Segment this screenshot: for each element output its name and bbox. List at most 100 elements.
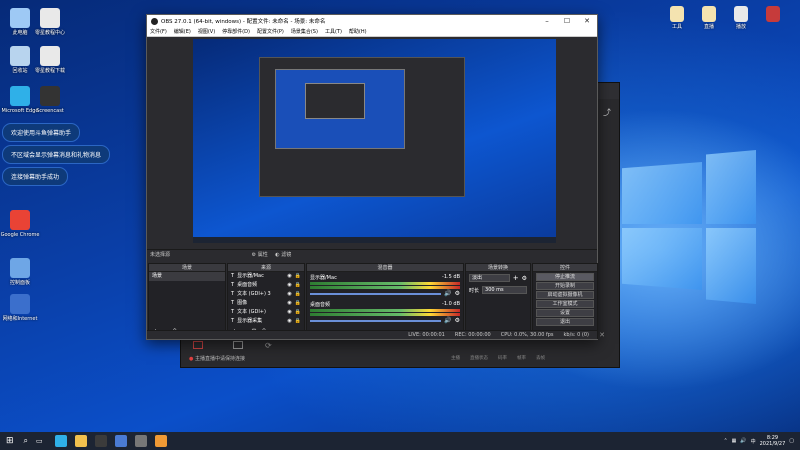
desktop-app-icon	[40, 46, 60, 66]
desktop-app-icon	[766, 6, 780, 22]
refresh-icon[interactable]: ⟳	[265, 341, 272, 350]
desktop-app-icon	[10, 8, 30, 28]
scene-item[interactable]: 场景	[149, 272, 225, 281]
source-item[interactable]: T 显示器/Mac ◉ 🔒	[228, 272, 304, 281]
taskbar-app-icon[interactable]	[54, 435, 67, 447]
desktop-icon[interactable]: 网络和Internet	[0, 294, 40, 322]
obs-preview-canvas[interactable]	[193, 39, 556, 243]
source-item-label: 显示器采集	[237, 318, 263, 324]
danmu-toast-1[interactable]: 欢迎使用斗鱼弹幕助手	[2, 123, 81, 142]
menu-item[interactable]: 停靠部件(D)	[222, 28, 250, 35]
source-item[interactable]: T 图像 ◉ 🔒	[228, 299, 304, 308]
danmu-toast-3[interactable]: 连接弹幕助手成功	[2, 167, 69, 186]
desktop-icon[interactable]: 播放	[726, 6, 756, 30]
taskbar-app-icon[interactable]	[154, 435, 167, 447]
menu-item[interactable]: 场景集合(S)	[291, 28, 318, 35]
search-icon[interactable]: ⌕	[24, 436, 28, 446]
minimize-button[interactable]: –	[537, 17, 557, 25]
taskbar-app-icon[interactable]	[134, 435, 147, 447]
tray-chevron-icon[interactable]: ⌃	[723, 438, 727, 444]
ime-icon[interactable]: 中	[751, 438, 756, 445]
control-button[interactable]: 设置	[536, 309, 594, 317]
control-button[interactable]: 开始录制	[536, 282, 594, 290]
eye-icon[interactable]: ◉	[287, 317, 291, 326]
preview-nested-window-3	[305, 83, 365, 119]
menu-item[interactable]: 文件(F)	[150, 28, 167, 35]
control-button[interactable]: 启动虚拟摄像机	[536, 291, 594, 299]
taskbar-app-icon[interactable]	[74, 435, 87, 447]
add-transition-button[interactable]: +	[513, 274, 519, 282]
sources-title: 来源	[260, 265, 271, 271]
menu-item[interactable]: 视图(V)	[198, 28, 215, 35]
volume-meter	[310, 313, 460, 316]
lock-icon[interactable]: 🔒	[295, 281, 301, 290]
share-icon[interactable]: ⤴	[603, 107, 611, 118]
mixer-dock: 混音器 显示器/Mac -1.5 dB 🔊 ⚙ 桌面音频 -1.0 dB 🔊 ⚙	[306, 263, 464, 339]
desktop-icon[interactable]: 控制面板	[0, 258, 40, 286]
eye-icon[interactable]: ◉	[287, 308, 291, 317]
red-dot-icon: ●	[189, 356, 194, 362]
scenes-dock: 场景 场景 +−⌃⌄	[148, 263, 226, 339]
obs-statusbar: LIVE: 00:00:01 REC: 00:00:00 CPU: 0.0%, …	[147, 330, 597, 339]
close-button[interactable]: ✕	[577, 17, 597, 25]
eye-icon[interactable]: ◉	[287, 299, 291, 308]
desktop-icon[interactable]: Screencast	[30, 86, 70, 114]
desktop-icon[interactable]: 工具	[662, 6, 692, 30]
transition-select[interactable]: 淡出	[469, 274, 510, 282]
obs-main-window[interactable]: OBS 27.0.1 (64-bit, windows) - 配置文件: 未命名…	[146, 14, 598, 340]
source-item[interactable]: T 桌面音频 ◉ 🔒	[228, 281, 304, 290]
close-panel-icon[interactable]: ✕	[599, 331, 605, 339]
menu-item[interactable]: 工具(T)	[325, 28, 342, 35]
desktop-icon[interactable]: 零星教程中心	[30, 8, 70, 36]
eye-icon[interactable]: ◉	[287, 281, 291, 290]
lock-icon[interactable]: 🔒	[295, 317, 301, 326]
eye-icon[interactable]: ◉	[287, 290, 291, 299]
lock-icon[interactable]: 🔒	[295, 299, 301, 308]
eye-icon[interactable]: ◉	[287, 272, 291, 281]
source-item-label: 文本 (GDI+) 3	[237, 291, 271, 297]
lock-icon[interactable]: 🔒	[295, 290, 301, 299]
filters-button[interactable]: ◐ 滤镜	[275, 252, 291, 258]
source-item-label: 文本 (GDI+)	[237, 309, 266, 315]
desktop-icon[interactable]: 直播	[694, 6, 724, 30]
control-button[interactable]: 停止推流	[536, 273, 594, 281]
duration-input[interactable]: 300 ms	[482, 286, 527, 294]
source-item[interactable]: T 文本 (GDI+) 3 ◉ 🔒	[228, 290, 304, 299]
gear-icon[interactable]: ⚙	[455, 290, 460, 297]
menu-item[interactable]: 编辑(E)	[174, 28, 191, 35]
volume-slider[interactable]	[310, 319, 442, 322]
task-view-icon[interactable]: ▭	[36, 437, 43, 445]
start-button[interactable]: ⊞	[6, 436, 14, 446]
volume-slider[interactable]	[310, 292, 442, 295]
transition-settings-button[interactable]: ⚙	[522, 275, 527, 282]
desktop-icon[interactable]: 零星教程下载	[30, 46, 70, 74]
back-status-item: 主播	[451, 356, 460, 361]
network-icon[interactable]: ▦	[732, 438, 737, 444]
control-button[interactable]: 工作室模式	[536, 300, 594, 308]
menu-item[interactable]: 配置文件(P)	[257, 28, 284, 35]
desktop-icon-label: 播放	[735, 24, 746, 30]
speaker-icon[interactable]: 🔊	[444, 290, 451, 297]
desktop-icon[interactable]: Google Chrome	[0, 210, 40, 238]
taskbar-app-icon[interactable]	[94, 435, 107, 447]
desktop-icon[interactable]	[758, 6, 788, 24]
taskbar-app-icon[interactable]	[114, 435, 127, 447]
desktop-icon-label: Google Chrome	[0, 232, 40, 238]
back-window-status: 主播 直播状态 码率 帧率 丢帧	[451, 355, 545, 361]
properties-button[interactable]: ⚙ 属性	[252, 252, 268, 258]
control-button[interactable]: 退出	[536, 318, 594, 326]
gear-icon[interactable]: ⚙	[455, 317, 460, 324]
lock-icon[interactable]: 🔒	[295, 272, 301, 281]
lock-icon[interactable]: 🔒	[295, 308, 301, 317]
maximize-button[interactable]: ☐	[557, 17, 577, 25]
source-item[interactable]: T 显示器采集 ◉ 🔒	[228, 317, 304, 326]
clip-icon[interactable]	[193, 341, 203, 349]
volume-icon[interactable]: 🔊	[740, 438, 746, 444]
source-item[interactable]: T 文本 (GDI+) ◉ 🔒	[228, 308, 304, 317]
camera-icon[interactable]	[233, 341, 243, 349]
clock[interactable]: 8:29 2021/9/27	[760, 435, 786, 447]
menu-item[interactable]: 帮助(H)	[349, 28, 367, 35]
notification-icon[interactable]: ▢	[789, 438, 794, 444]
speaker-icon[interactable]: 🔊	[444, 317, 451, 324]
danmu-toast-2[interactable]: 不区域会显示弹幕消息和礼物消息	[2, 145, 111, 164]
